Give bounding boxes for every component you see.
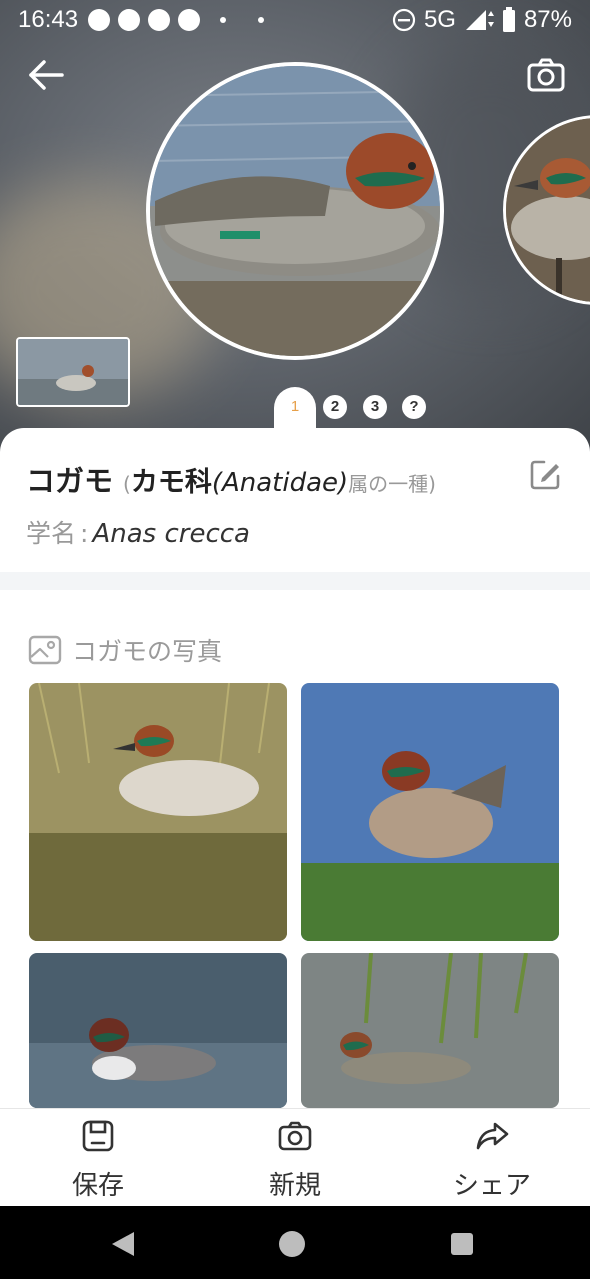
family-latin: (Anatidae) xyxy=(211,468,349,498)
section-divider xyxy=(0,572,590,590)
nav-back-icon[interactable] xyxy=(110,1230,136,1258)
genus-note: 属の一種) xyxy=(348,472,436,496)
photo-hero: 16:43 5G 87% 1 2 3 ? xyxy=(0,0,590,460)
save-button[interactable]: 保存 xyxy=(0,1109,196,1207)
gallery-photo-2[interactable] xyxy=(301,683,559,941)
messenger-icon xyxy=(118,9,141,31)
network-type: 5G xyxy=(423,6,456,33)
battery-level: 87% xyxy=(523,6,572,33)
notification-icons xyxy=(88,9,276,31)
do-not-disturb-icon xyxy=(392,8,416,32)
dot-icon xyxy=(220,17,227,23)
share-icon xyxy=(476,1122,509,1150)
species-title: コガモ ( カモ科 (Anatidae) 属の一種) xyxy=(26,458,566,500)
teal-reeds-image xyxy=(301,953,559,1108)
scientific-name-row: 学名 : Anas crecca xyxy=(26,514,250,550)
walking-icon xyxy=(148,9,171,31)
teal-dark-water-image xyxy=(29,953,287,1108)
nav-home-icon[interactable] xyxy=(278,1230,306,1258)
photos-title: コガモの写真 xyxy=(72,637,223,666)
species-sheet: コガモ ( カモ科 (Anatidae) 属の一種) 学名 : Anas cre… xyxy=(0,428,590,1208)
share-label: シェア xyxy=(452,1171,531,1201)
bottom-action-bar: 保存 新規 シェア xyxy=(0,1108,590,1206)
scientific-name: Anas crecca xyxy=(92,519,250,549)
teal-duck-image xyxy=(150,66,440,356)
page-dot-2[interactable]: 2 xyxy=(323,395,347,419)
battery-icon xyxy=(502,7,515,32)
save-icon xyxy=(82,1120,114,1152)
species-name: コガモ xyxy=(26,464,114,498)
new-button[interactable]: 新規 xyxy=(197,1109,393,1207)
share-button[interactable]: シェア xyxy=(394,1109,590,1207)
new-label: 新規 xyxy=(268,1171,321,1201)
nav-recents-icon[interactable] xyxy=(450,1232,474,1256)
camera-icon xyxy=(278,1121,312,1151)
main-bird-photo[interactable] xyxy=(146,62,444,360)
save-label: 保存 xyxy=(71,1171,124,1201)
teal-water-image xyxy=(301,683,559,941)
gallery-photo-4[interactable] xyxy=(301,953,559,1108)
gallery-photo-3[interactable] xyxy=(29,953,287,1108)
status-time: 16:43 xyxy=(18,6,79,33)
page-dot-3[interactable]: 3 xyxy=(363,395,387,419)
gallery-icon xyxy=(28,635,62,665)
signal-icon xyxy=(465,10,494,30)
photo-pager: 1 2 3 ? xyxy=(0,387,590,431)
camera-icon[interactable] xyxy=(526,55,566,95)
system-icons: 5G 87% xyxy=(392,6,572,34)
back-arrow-icon[interactable] xyxy=(26,55,66,95)
dot-icon xyxy=(258,17,265,23)
sci-label: 学名 xyxy=(26,519,77,548)
paren-open: ( xyxy=(123,472,131,496)
system-nav-bar xyxy=(0,1206,590,1279)
edit-icon[interactable] xyxy=(528,458,562,492)
messenger-icon xyxy=(88,9,111,31)
status-bar: 16:43 5G 87% xyxy=(0,0,590,40)
teal-grass-image xyxy=(29,683,287,941)
page-dot-1[interactable]: 1 xyxy=(283,395,307,419)
gallery-photo-1[interactable] xyxy=(29,683,287,941)
facebook-icon xyxy=(178,9,201,31)
sci-colon: : xyxy=(80,519,89,548)
photos-header: コガモの写真 xyxy=(28,632,222,668)
family-name: カモ科 xyxy=(130,467,212,498)
page-dot-unknown[interactable]: ? xyxy=(402,395,426,419)
